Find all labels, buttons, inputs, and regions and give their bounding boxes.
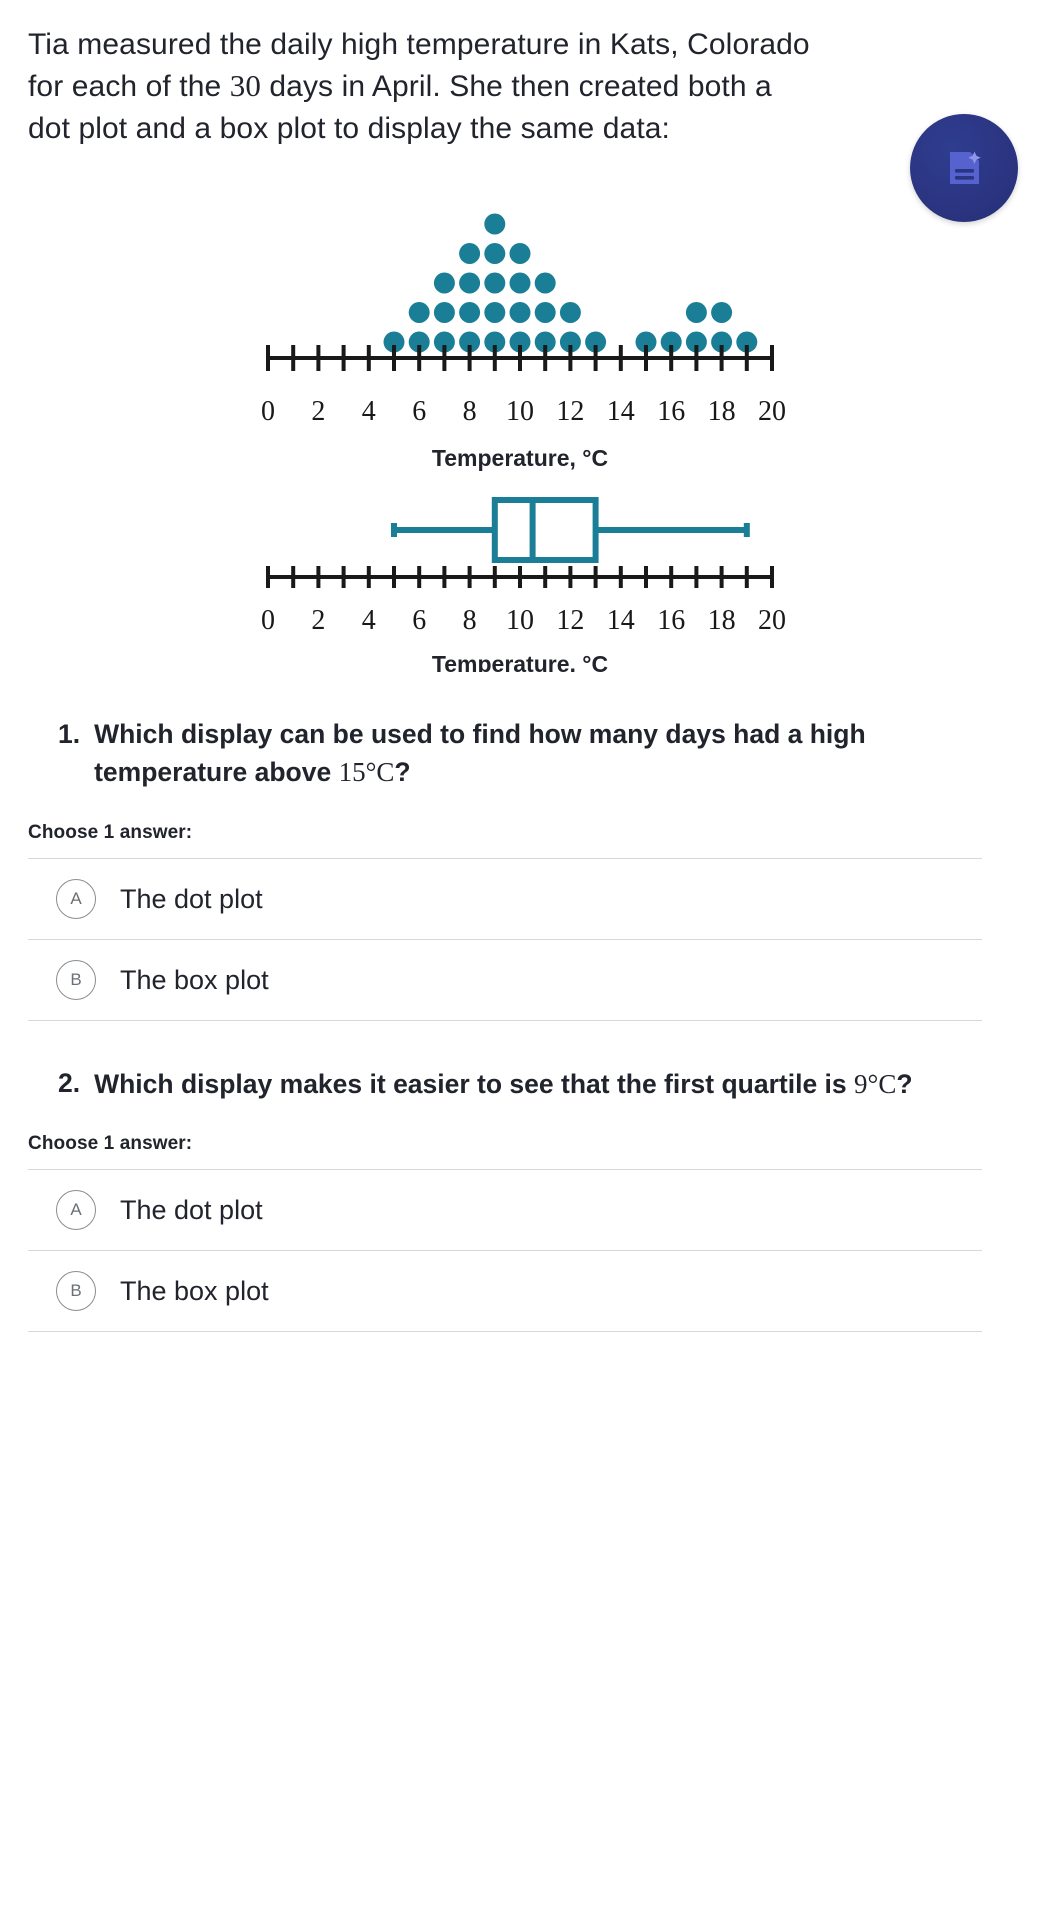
prompt-days-count: 30 [229,68,261,104]
dot-plot-svg: 0 2 4 6 8 10 12 14 16 18 20 Temperature, °C [261,213,786,471]
question-2-number: 2. [58,1067,81,1098]
question-2-options: A The dot plot B The box plot [28,1169,1012,1333]
svg-text:6: 6 [412,396,426,427]
question-2-text: Which display makes it easier to see tha… [94,1065,912,1104]
option-letter-b: B [56,959,96,1000]
dot-plot-figure: 0 2 4 6 8 10 12 14 16 18 20 Temperature, °C [28,168,1012,478]
svg-text:14: 14 [607,605,635,636]
svg-text:18: 18 [708,605,736,636]
divider [28,1331,982,1333]
svg-text:6: 6 [412,605,426,636]
option-label-b: The box plot [120,1276,269,1307]
svg-text:18: 18 [708,396,736,427]
prompt-text: Tia measured the daily high temperature … [28,24,978,150]
svg-text:12: 12 [556,396,584,427]
option-letter-b: B [56,1271,96,1312]
svg-text:8: 8 [463,605,477,636]
svg-text:14: 14 [607,396,635,427]
divider [28,1019,982,1021]
question-2-choose-label: Choose 1 answer: [28,1133,193,1155]
svg-text:20: 20 [758,396,786,427]
svg-text:0: 0 [261,396,275,427]
prompt-line-1: Tia measured the daily high temperature … [28,28,810,61]
svg-text:0: 0 [261,605,275,636]
svg-text:10: 10 [506,396,534,427]
box-plot-svg: 0 2 4 6 8 10 12 14 16 18 20 Temperature, °C [261,496,786,672]
question-1-option-a[interactable]: A The dot plot [28,859,1012,939]
question-2: 2. Which display makes it easier to see … [58,1065,988,1104]
svg-text:Temperature, °C: Temperature, °C [432,651,608,672]
prompt-line-2b: days in April. She then created both a [260,70,772,104]
prompt-line-3: dot plot and a box plot to display the s… [28,112,670,146]
svg-text:16: 16 [657,605,685,636]
question-1: 1. Which display can be used to find how… [58,716,988,792]
svg-text:16: 16 [657,396,685,427]
option-label-a: The dot plot [120,1195,263,1226]
svg-text:2: 2 [311,605,325,636]
box-plot-figure: 0 2 4 6 8 10 12 14 16 18 20 Temperature, °C [28,492,1012,672]
svg-text:4: 4 [362,605,376,636]
question-1-text: Which display can be used to find how ma… [94,716,988,792]
question-2-text-a: Which display makes it easier to see tha… [94,1068,855,1099]
question-1-options: A The dot plot B The box plot [28,857,1012,1021]
option-label-a: The dot plot [120,883,263,914]
question-2-option-a[interactable]: A The dot plot [28,1170,1012,1250]
question-1-text-a: Which display can be used to find how ma… [94,718,866,788]
svg-text:8: 8 [463,396,477,427]
svg-text:4: 4 [362,396,376,427]
svg-text:12: 12 [556,605,584,636]
question-2-value: 9°C [854,1068,897,1099]
option-letter-a: A [56,1190,96,1231]
question-2-option-b[interactable]: B The box plot [28,1251,1012,1331]
question-1-choose-label: Choose 1 answer: [28,821,193,843]
option-label-b: The box plot [120,964,269,995]
svg-text:10: 10 [506,605,534,636]
question-2-text-b: ? [896,1068,913,1099]
svg-text:20: 20 [758,605,786,636]
option-letter-a: A [56,878,96,919]
svg-text:Temperature, °C: Temperature, °C [432,445,608,471]
question-1-value: 15°C [338,757,395,788]
prompt-line-2a: for each of the [28,70,230,104]
question-1-option-b[interactable]: B The box plot [28,940,1012,1020]
question-1-text-b: ? [394,757,411,788]
question-1-number: 1. [58,718,81,749]
svg-text:2: 2 [311,396,325,427]
worksheet-page: Tia measured the daily high temperature … [0,0,1040,1912]
